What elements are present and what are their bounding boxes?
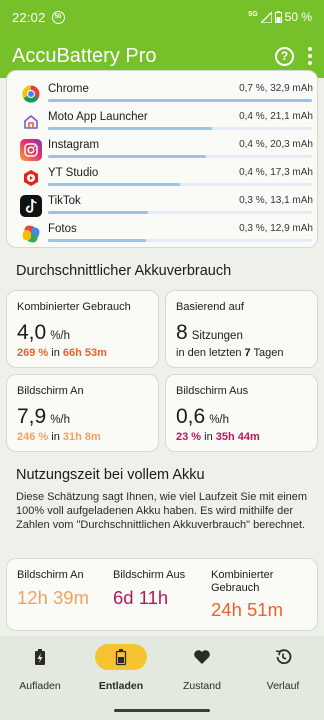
app-usage-card: Chrome 0,7 %, 32,9 mAh Moto App Launcher… (6, 70, 318, 248)
app-name: Moto App Launcher (48, 111, 148, 123)
card-sub: 246 % in 31h 8m (17, 431, 101, 443)
card-sub: 23 % in 35h 44m (176, 431, 260, 443)
app-name: TikTok (48, 195, 81, 207)
screen-off-card[interactable]: Bildschirm Aus 0,6 %/h 23 % in 35h 44m (165, 374, 318, 452)
status-time: 22:02 (12, 9, 46, 25)
signal-icon (260, 11, 272, 23)
card-label: Bildschirm Aus (176, 385, 249, 397)
usage-bar (48, 183, 312, 186)
yt-studio-icon (20, 167, 42, 189)
app-stats: 0,3 %, 12,9 mAh (239, 223, 313, 234)
app-stats: 0,4 %, 21,1 mAh (239, 111, 313, 122)
usage-bar (48, 239, 312, 242)
card-value: 7,9 %/h (17, 405, 71, 428)
usage-bar (48, 99, 312, 102)
app-row-yt-studio[interactable]: YT Studio 0,4 %, 17,3 mAh (13, 165, 319, 193)
card-sub: 269 % in 66h 53m (17, 347, 107, 359)
app-stats: 0,3 %, 13,1 mAh (239, 195, 313, 206)
col-label: Kombinierter Gebrauch (211, 569, 274, 594)
gesture-home-bar[interactable] (114, 709, 210, 712)
col-label: Bildschirm Aus (113, 569, 186, 581)
col-value: 12h 39m (17, 587, 89, 608)
app-row-tiktok[interactable]: TikTok 0,3 %, 13,1 mAh (13, 193, 319, 221)
app-title: AccuBattery Pro (12, 44, 157, 67)
app-stats: 0,4 %, 20,3 mAh (239, 139, 313, 150)
card-sub: in den letzten 7 Tagen (176, 347, 284, 359)
full-description: Diese Schätzung sagt Ihnen, wie viel Lau… (16, 491, 308, 531)
card-value: 0,6 %/h (176, 405, 230, 428)
instagram-icon (20, 139, 42, 161)
nav-entladen[interactable]: Entladen (81, 644, 161, 692)
status-right: 5G 50 % (248, 10, 312, 24)
heart-icon (176, 644, 228, 670)
app-name: YT Studio (48, 167, 99, 179)
screen-on-card[interactable]: Bildschirm An 7,9 %/h 246 % in 31h 8m (6, 374, 159, 452)
more-vert-icon[interactable] (308, 47, 312, 65)
nav-label: Aufladen (19, 680, 61, 692)
app-row-instagram[interactable]: Instagram 0,4 %, 20,3 mAh (13, 137, 319, 165)
col-label: Bildschirm An (17, 569, 84, 581)
usage-bar (48, 127, 312, 130)
battery-discharge-icon (95, 644, 147, 670)
nav-zustand[interactable]: Zustand (162, 644, 242, 692)
sim-badge: 50 (51, 10, 65, 24)
full-usage-card[interactable]: Bildschirm An 12h 39m Bildschirm Aus 6d … (6, 558, 318, 631)
nav-label: Verlauf (266, 680, 300, 692)
full-screen-on: Bildschirm An 12h 39m (17, 569, 109, 609)
card-value: 8 Sitzungen (176, 321, 243, 344)
app-name: Chrome (48, 83, 89, 95)
nav-verlauf[interactable]: Verlauf (243, 644, 323, 692)
photos-icon (20, 223, 42, 245)
combined-usage-card[interactable]: Kombinierter Gebrauch 4,0 %/h 269 % in 66… (6, 290, 159, 368)
battery-charging-icon (14, 644, 66, 670)
home-launcher-icon (20, 111, 42, 133)
tiktok-icon (20, 195, 42, 217)
app-stats: 0,7 %, 32,9 mAh (239, 83, 313, 94)
chrome-icon (20, 83, 42, 105)
card-label: Bildschirm An (17, 385, 84, 397)
col-value: 24h 51m (211, 599, 283, 620)
usage-bar (48, 211, 312, 214)
history-icon (257, 644, 309, 670)
help-circle-icon[interactable]: ? (275, 46, 294, 66)
nav-label: Zustand (183, 680, 221, 692)
app-name: Fotos (48, 223, 77, 235)
avg-section-title: Durchschnittlicher Akkuverbrauch (16, 263, 232, 279)
full-screen-off: Bildschirm Aus 6d 11h (113, 569, 207, 609)
status-bar: 22:02 50 5G 50 % (0, 0, 324, 34)
card-label: Kombinierter Gebrauch (17, 301, 131, 313)
network-type: 5G (248, 11, 258, 18)
bottom-navigation: Aufladen Entladen Zustand Verlauf (0, 636, 324, 720)
card-label: Basierend auf (176, 301, 244, 313)
app-name: Instagram (48, 139, 100, 151)
app-row-moto-launcher[interactable]: Moto App Launcher 0,4 %, 21,1 mAh (13, 109, 319, 137)
col-value: 6d 11h (113, 587, 169, 608)
full-section-title: Nutzungszeit bei vollem Akku (16, 467, 205, 483)
app-row-fotos[interactable]: Fotos 0,3 %, 12,9 mAh (13, 221, 319, 249)
nav-aufladen[interactable]: Aufladen (0, 644, 80, 692)
card-value: 4,0 %/h (17, 321, 71, 344)
full-combined: Kombinierter Gebrauch 24h 51m (211, 569, 311, 621)
battery-icon (274, 11, 282, 23)
nav-label: Entladen (98, 680, 144, 692)
app-stats: 0,4 %, 17,3 mAh (239, 167, 313, 178)
battery-percent: 50 % (284, 10, 312, 24)
based-on-card[interactable]: Basierend auf 8 Sitzungen in den letzten … (165, 290, 318, 368)
app-row-chrome[interactable]: Chrome 0,7 %, 32,9 mAh (13, 81, 319, 109)
usage-bar (48, 155, 312, 158)
